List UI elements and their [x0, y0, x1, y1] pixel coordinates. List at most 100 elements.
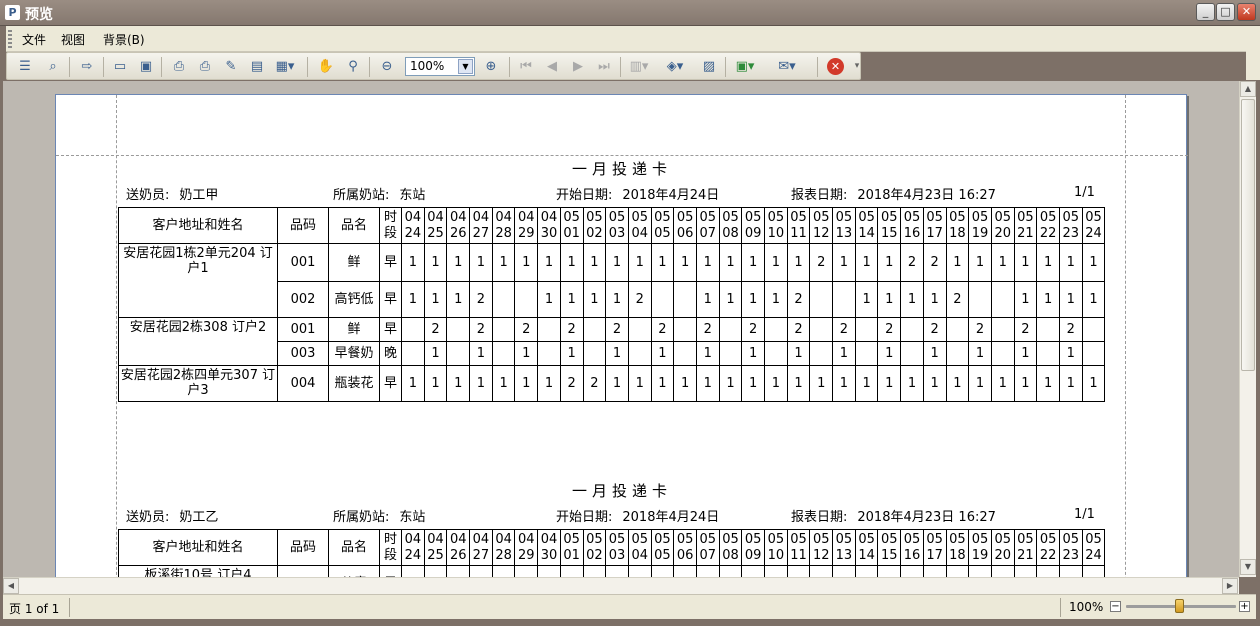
qty-cell: 1 — [1058, 243, 1083, 282]
qty-cell: 1 — [968, 341, 992, 366]
export-document-icon[interactable]: ▣▾ — [735, 57, 755, 76]
menu-background[interactable]: 背景(B) — [103, 31, 145, 48]
zoom-combo[interactable]: 100% ▼ — [405, 57, 475, 76]
email-icon[interactable]: ✉▾ — [777, 57, 797, 76]
qty-cell: 1 — [605, 243, 629, 282]
prev-page-icon[interactable]: ◀ — [542, 57, 562, 76]
qty-cell: 1 — [832, 243, 856, 282]
qty-cell: 1 — [446, 243, 471, 282]
header-date: 05 20 — [990, 529, 1015, 566]
scroll-left-icon[interactable]: ◀ — [3, 578, 19, 594]
qty-cell — [1013, 565, 1038, 577]
qty-cell: 1 — [922, 365, 947, 402]
chevron-down-icon[interactable]: ▼ — [458, 59, 473, 74]
qty-cell: 1 — [741, 341, 765, 366]
last-page-icon[interactable]: ⏭ — [594, 57, 614, 76]
vertical-scrollbar[interactable]: ▲ ▼ — [1239, 81, 1256, 577]
horizontal-scrollbar[interactable]: ◀ ▶ — [3, 577, 1239, 594]
page-setup-icon[interactable]: ✎ — [221, 57, 241, 76]
product-code: 005 — [277, 565, 329, 577]
qty-cell — [968, 565, 992, 577]
menu-file[interactable]: 文件 — [22, 31, 46, 48]
qty-cell: 1 — [900, 365, 924, 402]
header-period: 时段 — [379, 207, 402, 244]
header-date: 05 03 — [605, 529, 629, 566]
margins-icon[interactable]: ▤ — [247, 57, 267, 76]
customer-address: 板溪街10号 订户4 — [118, 565, 278, 577]
toolbar-overflow-icon[interactable]: ▾ — [847, 57, 867, 76]
first-page-icon[interactable]: ⏮ — [516, 57, 536, 76]
qty-cell: 2 — [491, 565, 516, 577]
product-name: 早餐奶 — [328, 341, 380, 366]
qty-cell: 1 — [446, 365, 471, 402]
close-button[interactable]: ✕ — [1237, 3, 1256, 21]
status-bar: 页 1 of 1 100% − + — [3, 594, 1256, 619]
print-setup-icon[interactable]: ⎙ — [169, 57, 189, 76]
qty-cell: 1 — [832, 365, 856, 402]
zoom-out-icon[interactable]: ⊖ — [377, 57, 397, 76]
qty-cell: 1 — [1013, 243, 1038, 282]
menu-view[interactable]: 视图 — [61, 31, 85, 48]
qty-cell: 1 — [469, 341, 493, 366]
qty-cell: 2 — [786, 281, 811, 318]
header-date: 04 30 — [537, 529, 561, 566]
qty-cell — [582, 341, 607, 366]
menu-grip[interactable] — [8, 30, 12, 48]
qty-cell: 1 — [854, 281, 879, 318]
qty-cell: 2 — [673, 565, 697, 577]
qty-cell: 1 — [695, 365, 720, 402]
zoom-minus-icon[interactable]: − — [1110, 601, 1121, 612]
delivery-period: 早 — [379, 243, 402, 282]
scroll-up-icon[interactable]: ▲ — [1240, 81, 1256, 97]
qty-cell — [446, 317, 471, 342]
export-icon[interactable]: ⇨ — [77, 57, 97, 76]
close-preview-icon[interactable]: ✕ — [827, 58, 844, 75]
print-icon[interactable]: ⎙ — [195, 57, 215, 76]
qty-cell — [877, 565, 902, 577]
header-date: 05 10 — [764, 529, 788, 566]
qty-cell: 1 — [809, 365, 834, 402]
find-icon[interactable]: ⌕ — [43, 57, 63, 76]
scroll-right-icon[interactable]: ▶ — [1222, 578, 1238, 594]
outline-icon[interactable]: ☰ — [15, 57, 35, 76]
zoom-in-icon[interactable]: ⊕ — [481, 57, 501, 76]
header-address: 客户地址和姓名 — [118, 529, 278, 566]
header-date: 05 04 — [627, 207, 652, 244]
open-icon[interactable]: ▭ — [110, 57, 130, 76]
fill-color-icon[interactable]: ◈▾ — [665, 57, 685, 76]
qty-cell — [809, 281, 834, 318]
qty-cell: 2 — [1058, 317, 1083, 342]
qty-cell: 1 — [559, 243, 584, 282]
vertical-scroll-thumb[interactable] — [1241, 99, 1255, 371]
qty-cell — [1081, 341, 1106, 366]
toolbar-rail — [1246, 26, 1260, 80]
watermark-icon[interactable]: ▨ — [699, 57, 719, 76]
zoom-plus-icon[interactable]: + — [1239, 601, 1250, 612]
header-date: 05 01 — [559, 529, 584, 566]
header-date: 05 21 — [1013, 207, 1038, 244]
qty-cell — [673, 341, 697, 366]
layout-dropdown-icon[interactable]: ▦▾ — [275, 57, 295, 76]
qty-cell: 2 — [401, 565, 425, 577]
product-name: 鲜 — [328, 243, 380, 282]
hand-tool-icon[interactable]: ✋ — [316, 57, 336, 76]
qty-cell: 1 — [423, 281, 448, 318]
minimize-button[interactable]: _ — [1196, 3, 1215, 21]
qty-cell: 1 — [764, 281, 788, 318]
next-page-icon[interactable]: ▶ — [568, 57, 588, 76]
qty-cell: 1 — [900, 281, 924, 318]
magnifier-icon[interactable]: ⚲ — [343, 57, 363, 76]
maximize-button[interactable]: □ — [1216, 3, 1235, 21]
save-icon[interactable]: ▣ — [136, 57, 156, 76]
multipage-icon[interactable]: ▥▾ — [629, 57, 649, 76]
preview-area[interactable]: 一月投递卡 送奶员: 奶工甲 所属奶站: 东站 开始日期: 2018年4月24日 报表… — [3, 81, 1239, 577]
qty-cell — [854, 317, 879, 342]
zoom-slider-knob[interactable] — [1175, 599, 1184, 613]
qty-cell: 1 — [718, 365, 743, 402]
qty-cell: 1 — [1081, 365, 1106, 402]
scroll-down-icon[interactable]: ▼ — [1240, 559, 1256, 575]
qty-cell: 1 — [786, 243, 811, 282]
qty-cell: 1 — [695, 341, 720, 366]
qty-cell: 2 — [469, 317, 493, 342]
qty-cell: 1 — [1081, 281, 1106, 318]
